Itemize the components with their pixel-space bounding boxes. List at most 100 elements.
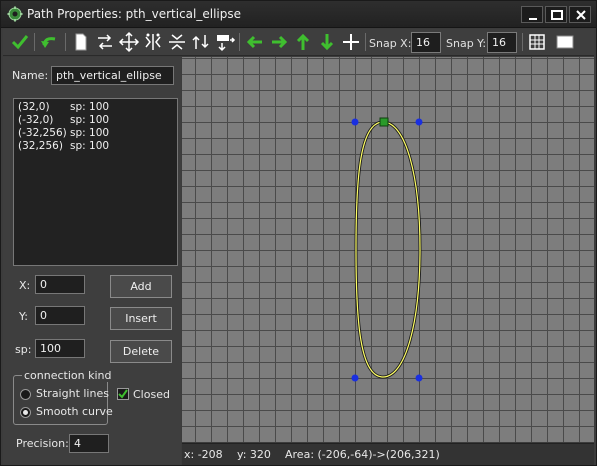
clear-button[interactable]	[70, 31, 92, 53]
path-curve-highlight	[355, 121, 421, 378]
shift-down-button[interactable]	[316, 31, 338, 53]
toolbar-separator	[65, 33, 66, 51]
delete-button[interactable]: Delete	[110, 340, 172, 363]
clear-page-icon	[75, 33, 87, 51]
scale-button[interactable]	[214, 31, 236, 53]
toolbar-separator	[522, 33, 523, 51]
scale-icon	[217, 35, 236, 52]
close-button[interactable]	[569, 6, 591, 23]
reverse-button[interactable]	[94, 31, 116, 53]
status-bar: x: -208 y: 320 Area: (-206,-64)->(206,32…	[182, 443, 594, 465]
toolbar: Snap X: 16 Snap Y: 16	[3, 29, 594, 56]
toolbar-separator	[365, 33, 366, 51]
smooth-curve-label: Smooth curve	[36, 405, 113, 418]
path-canvas-svg	[351, 117, 423, 382]
precision-label: Precision:	[16, 437, 69, 450]
y-input[interactable]: 0	[35, 306, 85, 325]
list-item[interactable]: (-32,0) sp: 100	[18, 114, 173, 127]
path-canvas[interactable]	[182, 57, 594, 442]
shift-up-icon	[296, 33, 310, 50]
undo-icon	[41, 37, 56, 48]
left-panel: Name: pth_vertical_ellipse (32,0) sp: 100…	[3, 57, 181, 465]
maximize-button[interactable]	[545, 6, 567, 23]
rotate-button[interactable]	[190, 31, 212, 53]
status-area: Area: (-206,-64)->(206,321)	[285, 448, 440, 461]
connection-kind-group: connection kind Straight lines Smooth cu…	[13, 369, 114, 425]
undo-button[interactable]	[39, 31, 61, 53]
shift-button[interactable]	[118, 31, 140, 53]
speed-label: sp:	[15, 343, 32, 356]
add-button[interactable]: Add	[110, 275, 172, 298]
maximize-icon	[551, 10, 563, 20]
flip-vertical-button[interactable]	[166, 31, 188, 53]
toolbar-separator	[34, 33, 35, 51]
toolbar-separator	[239, 33, 240, 51]
window-title: Path Properties: pth_vertical_ellipse	[27, 7, 241, 21]
path-point[interactable]	[415, 374, 423, 382]
gear-icon	[7, 6, 23, 22]
mirror-horizontal-icon	[145, 33, 161, 50]
path-point[interactable]	[415, 118, 423, 126]
close-icon	[576, 10, 586, 20]
smooth-curve-radio[interactable]	[20, 407, 31, 418]
precision-input[interactable]: 4	[69, 434, 109, 453]
snap-x-label: Snap X:	[369, 37, 412, 50]
straight-lines-radio[interactable]	[20, 389, 31, 400]
connection-kind-label: connection kind	[22, 369, 114, 382]
name-label: Name:	[12, 69, 49, 82]
x-label: X:	[19, 279, 31, 292]
checkmark-icon	[118, 389, 128, 399]
path-start-point[interactable]	[379, 117, 389, 127]
point-speed: sp: 100	[70, 114, 110, 126]
path-point[interactable]	[351, 118, 359, 126]
center-button[interactable]	[340, 31, 362, 53]
closed-label: Closed	[133, 388, 170, 401]
path-properties-window: Path Properties: pth_vertical_ellipse Sn…	[0, 0, 597, 466]
reverse-icon	[98, 34, 112, 50]
shift-right-icon	[272, 35, 288, 49]
mirror-horizontal-button[interactable]	[142, 31, 164, 53]
grid-icon	[529, 34, 545, 50]
room-icon	[556, 35, 574, 49]
points-list[interactable]: (32,0) sp: 100 (-32,0) sp: 100 (-32,256) sp…	[13, 98, 178, 266]
minimize-button[interactable]	[521, 6, 543, 23]
shift-icon	[118, 31, 140, 53]
list-item[interactable]: (32,256) sp: 100	[18, 140, 173, 153]
point-speed: sp: 100	[70, 140, 110, 152]
point-coord: (-32,256)	[18, 127, 67, 139]
snap-y-label: Snap Y:	[446, 37, 487, 50]
list-item[interactable]: (32,0) sp: 100	[18, 101, 173, 114]
minimize-icon	[529, 18, 537, 20]
status-x: x: -208	[184, 448, 223, 461]
list-item[interactable]: (-32,256) sp: 100	[18, 127, 173, 140]
straight-lines-label: Straight lines	[36, 387, 109, 400]
ok-check-icon	[11, 35, 29, 50]
shift-left-button[interactable]	[244, 31, 266, 53]
rotate-icon	[192, 35, 209, 49]
insert-button[interactable]: Insert	[110, 307, 172, 330]
title-bar: Path Properties: pth_vertical_ellipse	[1, 1, 596, 28]
point-speed: sp: 100	[70, 101, 110, 113]
grid-toggle-button[interactable]	[526, 31, 548, 53]
snap-y-input[interactable]: 16	[487, 32, 517, 53]
shift-left-icon	[246, 35, 262, 49]
center-icon	[343, 34, 359, 50]
path-point[interactable]	[351, 374, 359, 382]
flip-vertical-icon	[169, 34, 185, 50]
point-speed: sp: 100	[70, 127, 110, 139]
y-label: Y:	[19, 310, 28, 323]
point-coord: (32,256)	[18, 140, 63, 152]
ok-button[interactable]	[9, 31, 31, 53]
point-coord: (32,0)	[18, 101, 50, 113]
room-button[interactable]	[554, 31, 576, 53]
shift-right-button[interactable]	[268, 31, 290, 53]
name-input[interactable]: pth_vertical_ellipse	[51, 66, 174, 85]
closed-checkbox[interactable]	[117, 388, 129, 400]
status-y: y: 320	[237, 448, 271, 461]
point-coord: (-32,0)	[18, 114, 54, 126]
shift-up-button[interactable]	[292, 31, 314, 53]
x-input[interactable]: 0	[35, 275, 85, 294]
speed-input[interactable]: 100	[35, 339, 85, 358]
shift-down-icon	[320, 34, 334, 51]
snap-x-input[interactable]: 16	[411, 32, 441, 53]
